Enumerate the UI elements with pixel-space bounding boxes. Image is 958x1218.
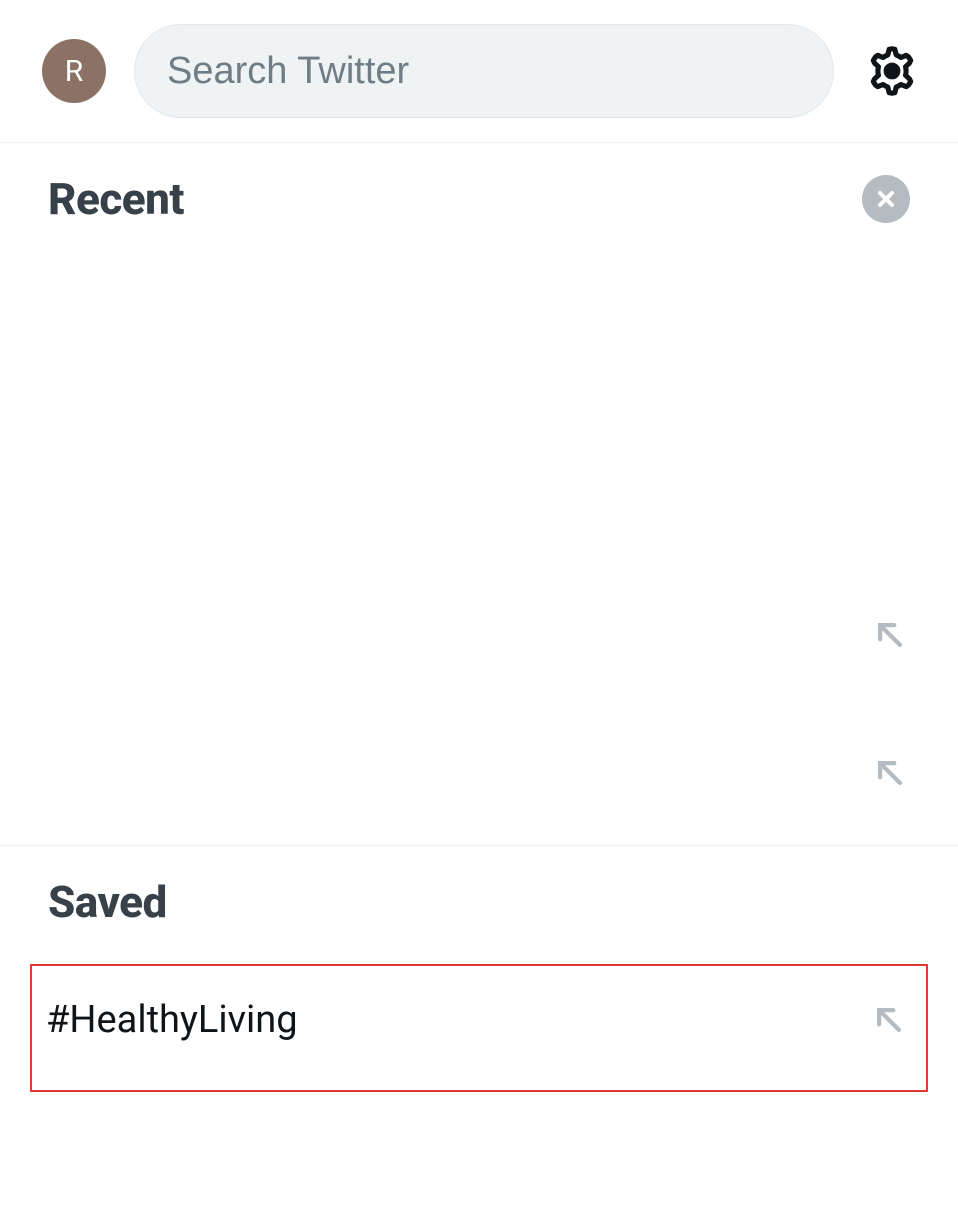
close-icon <box>876 189 896 209</box>
saved-item-text: #HealthyLiving <box>46 998 298 1042</box>
search-input[interactable] <box>134 24 834 118</box>
recent-title: Recent <box>48 173 184 225</box>
avatar-initial: R <box>65 54 84 89</box>
recent-body <box>0 245 958 845</box>
arrow-upleft-icon <box>873 756 907 790</box>
clear-recent-button[interactable] <box>862 175 910 223</box>
recent-item-arrow[interactable] <box>870 753 910 793</box>
arrow-upleft-icon <box>873 618 907 652</box>
header-bar: R <box>0 0 958 143</box>
saved-header: Saved <box>0 846 958 952</box>
recent-item-arrow[interactable] <box>870 615 910 655</box>
search-container <box>134 24 834 118</box>
settings-button[interactable] <box>862 41 922 101</box>
recent-header: Recent <box>0 143 958 245</box>
saved-item[interactable]: #HealthyLiving <box>30 964 928 1092</box>
saved-section: Saved #HealthyLiving <box>0 846 958 1092</box>
arrow-upleft-icon <box>872 1003 906 1037</box>
gear-icon <box>864 43 920 99</box>
recent-section: Recent <box>0 143 958 846</box>
saved-title: Saved <box>48 876 910 928</box>
avatar[interactable]: R <box>42 39 106 103</box>
saved-item-arrow[interactable] <box>872 1003 906 1037</box>
